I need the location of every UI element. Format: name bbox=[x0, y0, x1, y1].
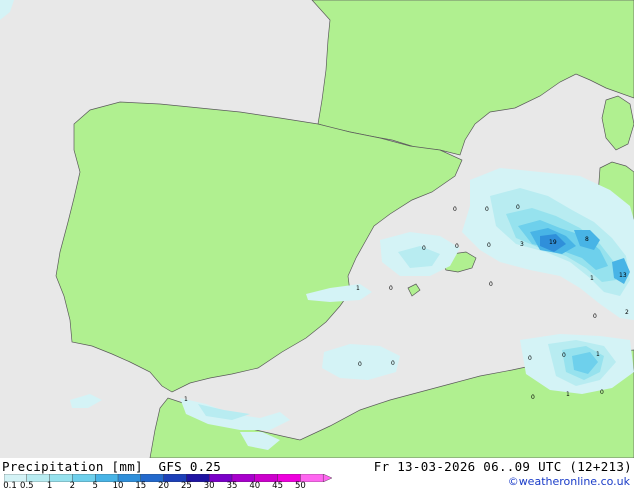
value-label: 0 bbox=[485, 206, 489, 213]
precipitation-map: 0 0 0 0 0 0 3 19 8 1 13 0 2 1 0 0 0 0 0 … bbox=[0, 0, 634, 458]
value-label: 0 bbox=[600, 389, 604, 396]
model-name: GFS 0.25 bbox=[158, 459, 222, 474]
value-label: 2 bbox=[625, 309, 629, 316]
value-label: 0 bbox=[391, 360, 395, 367]
value-label: 0 bbox=[453, 206, 457, 213]
legend-title: Precipitation [mm] bbox=[2, 459, 143, 474]
legend-footer: Precipitation [mm] GFS 0.25 Fr 13-03-202… bbox=[0, 458, 634, 491]
value-label: 8 bbox=[585, 236, 589, 243]
value-label: 0 bbox=[593, 313, 597, 320]
legend-title-row: Precipitation [mm] GFS 0.25 bbox=[2, 459, 221, 474]
value-label: 0 bbox=[531, 394, 535, 401]
value-label: 1 bbox=[184, 396, 188, 403]
value-label: 0 bbox=[358, 361, 362, 368]
valid-time: Fr 13-03-2026 06..09 UTC (12+213) bbox=[373, 459, 632, 474]
value-label: 0 bbox=[562, 352, 566, 359]
value-label: 1 bbox=[566, 391, 570, 398]
value-label: 0 bbox=[422, 245, 426, 252]
value-label: 0 bbox=[528, 355, 532, 362]
value-label: 0 bbox=[489, 281, 493, 288]
value-label: 19 bbox=[549, 239, 557, 246]
value-label: 0 bbox=[455, 243, 459, 250]
value-label: 0 bbox=[516, 204, 520, 211]
value-label: 1 bbox=[590, 275, 594, 282]
value-label: 3 bbox=[520, 241, 524, 248]
map-stage: 0 0 0 0 0 0 3 19 8 1 13 0 2 1 0 0 0 0 0 … bbox=[0, 0, 634, 491]
value-label: 1 bbox=[356, 285, 360, 292]
value-label: 0 bbox=[389, 285, 393, 292]
color-scale-arrow bbox=[323, 474, 332, 482]
value-label: 0 bbox=[487, 242, 491, 249]
value-label: 13 bbox=[619, 272, 627, 279]
credit-text: ©weatheronline.co.uk bbox=[507, 475, 630, 488]
value-label: 1 bbox=[596, 351, 600, 358]
